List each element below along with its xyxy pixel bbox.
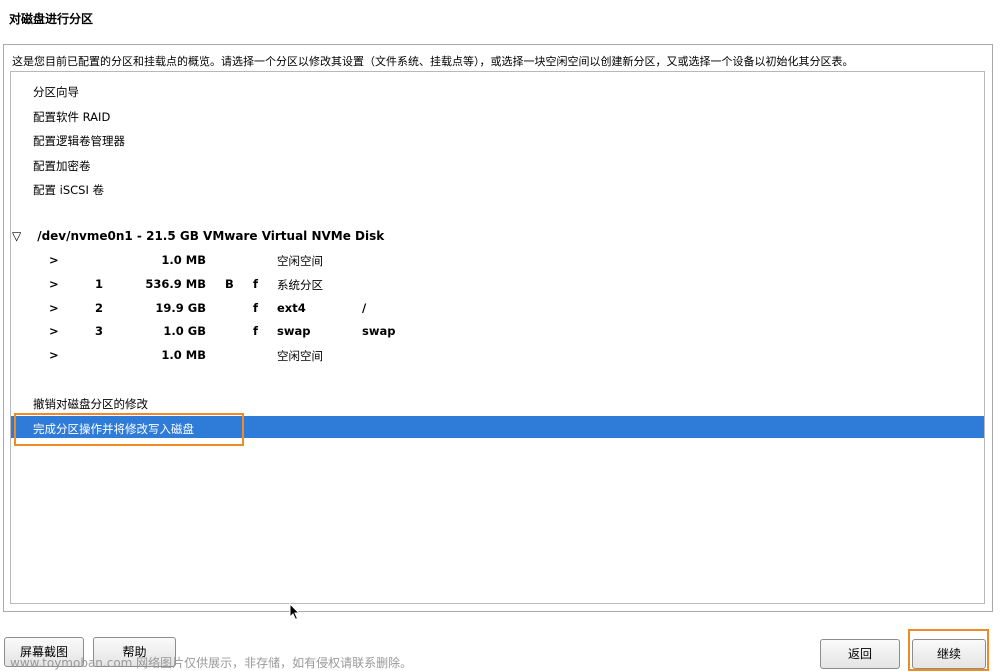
chevron-right-icon: > <box>49 277 59 291</box>
menu-item-encrypted-volumes[interactable]: 配置加密卷 <box>33 158 91 174</box>
partition-row[interactable]: > 2 19.9 GB f ext4 / <box>0 301 600 319</box>
page-title: 对磁盘进行分区 <box>9 12 94 26</box>
partition-format-flag: f <box>253 277 259 291</box>
chevron-right-icon: > <box>49 324 59 338</box>
menu-item-guided-partitioning[interactable]: 分区向导 <box>33 84 79 100</box>
partition-format-flag: f <box>253 324 259 338</box>
partition-type: swap <box>277 324 311 338</box>
partition-format-flag: f <box>253 301 259 315</box>
menu-item-software-raid[interactable]: 配置软件 RAID <box>33 109 110 125</box>
partition-number: 3 <box>95 324 104 338</box>
chevron-right-icon: > <box>49 253 59 267</box>
partition-size: 1.0 MB <box>161 253 206 267</box>
partition-mount: / <box>362 301 367 315</box>
partition-number: 2 <box>95 301 104 315</box>
description-text: 这是您目前已配置的分区和挂载点的概览。请选择一个分区以修改其设置（文件系统、挂载… <box>12 55 854 68</box>
partition-type: 系统分区 <box>277 278 323 292</box>
chevron-right-icon: > <box>49 301 59 315</box>
expand-triangle-icon[interactable]: ▽ <box>12 229 21 243</box>
partition-type: 空闲空间 <box>277 254 323 268</box>
partition-row[interactable]: > 1 536.9 MB B f 系统分区 <box>0 277 600 295</box>
partition-row[interactable]: > 3 1.0 GB f swap swap <box>0 324 600 342</box>
partition-boot-flag: B <box>225 277 234 291</box>
partition-row[interactable]: > 1.0 MB 空闲空间 <box>0 253 600 271</box>
partition-type: 空闲空间 <box>277 349 323 363</box>
device-label: /dev/nvme0n1 - 21.5 GB VMware Virtual NV… <box>37 229 385 243</box>
back-button[interactable]: 返回 <box>820 639 900 669</box>
partition-number: 1 <box>95 277 104 291</box>
chevron-right-icon: > <box>49 348 59 362</box>
annotation-box <box>908 629 989 671</box>
partition-size: 1.0 GB <box>163 324 206 338</box>
menu-item-iscsi[interactable]: 配置 iSCSI 卷 <box>33 182 104 198</box>
undo-changes-item[interactable]: 撤销对磁盘分区的修改 <box>33 396 148 412</box>
device-row[interactable]: ▽ /dev/nvme0n1 - 21.5 GB VMware Virtual … <box>12 229 384 243</box>
menu-item-lvm[interactable]: 配置逻辑卷管理器 <box>33 133 125 149</box>
partition-mount: swap <box>362 324 396 338</box>
mouse-cursor-icon <box>289 603 301 621</box>
partition-size: 19.9 GB <box>155 301 206 315</box>
partition-size: 1.0 MB <box>161 348 206 362</box>
partition-size: 536.9 MB <box>145 277 206 291</box>
annotation-box <box>14 413 244 446</box>
partition-row[interactable]: > 1.0 MB 空闲空间 <box>0 348 600 366</box>
partition-type: ext4 <box>277 301 306 315</box>
watermark-text: www.toymoban.com 网络图片仅供展示，非存储，如有侵权请联系删除。 <box>10 656 413 670</box>
